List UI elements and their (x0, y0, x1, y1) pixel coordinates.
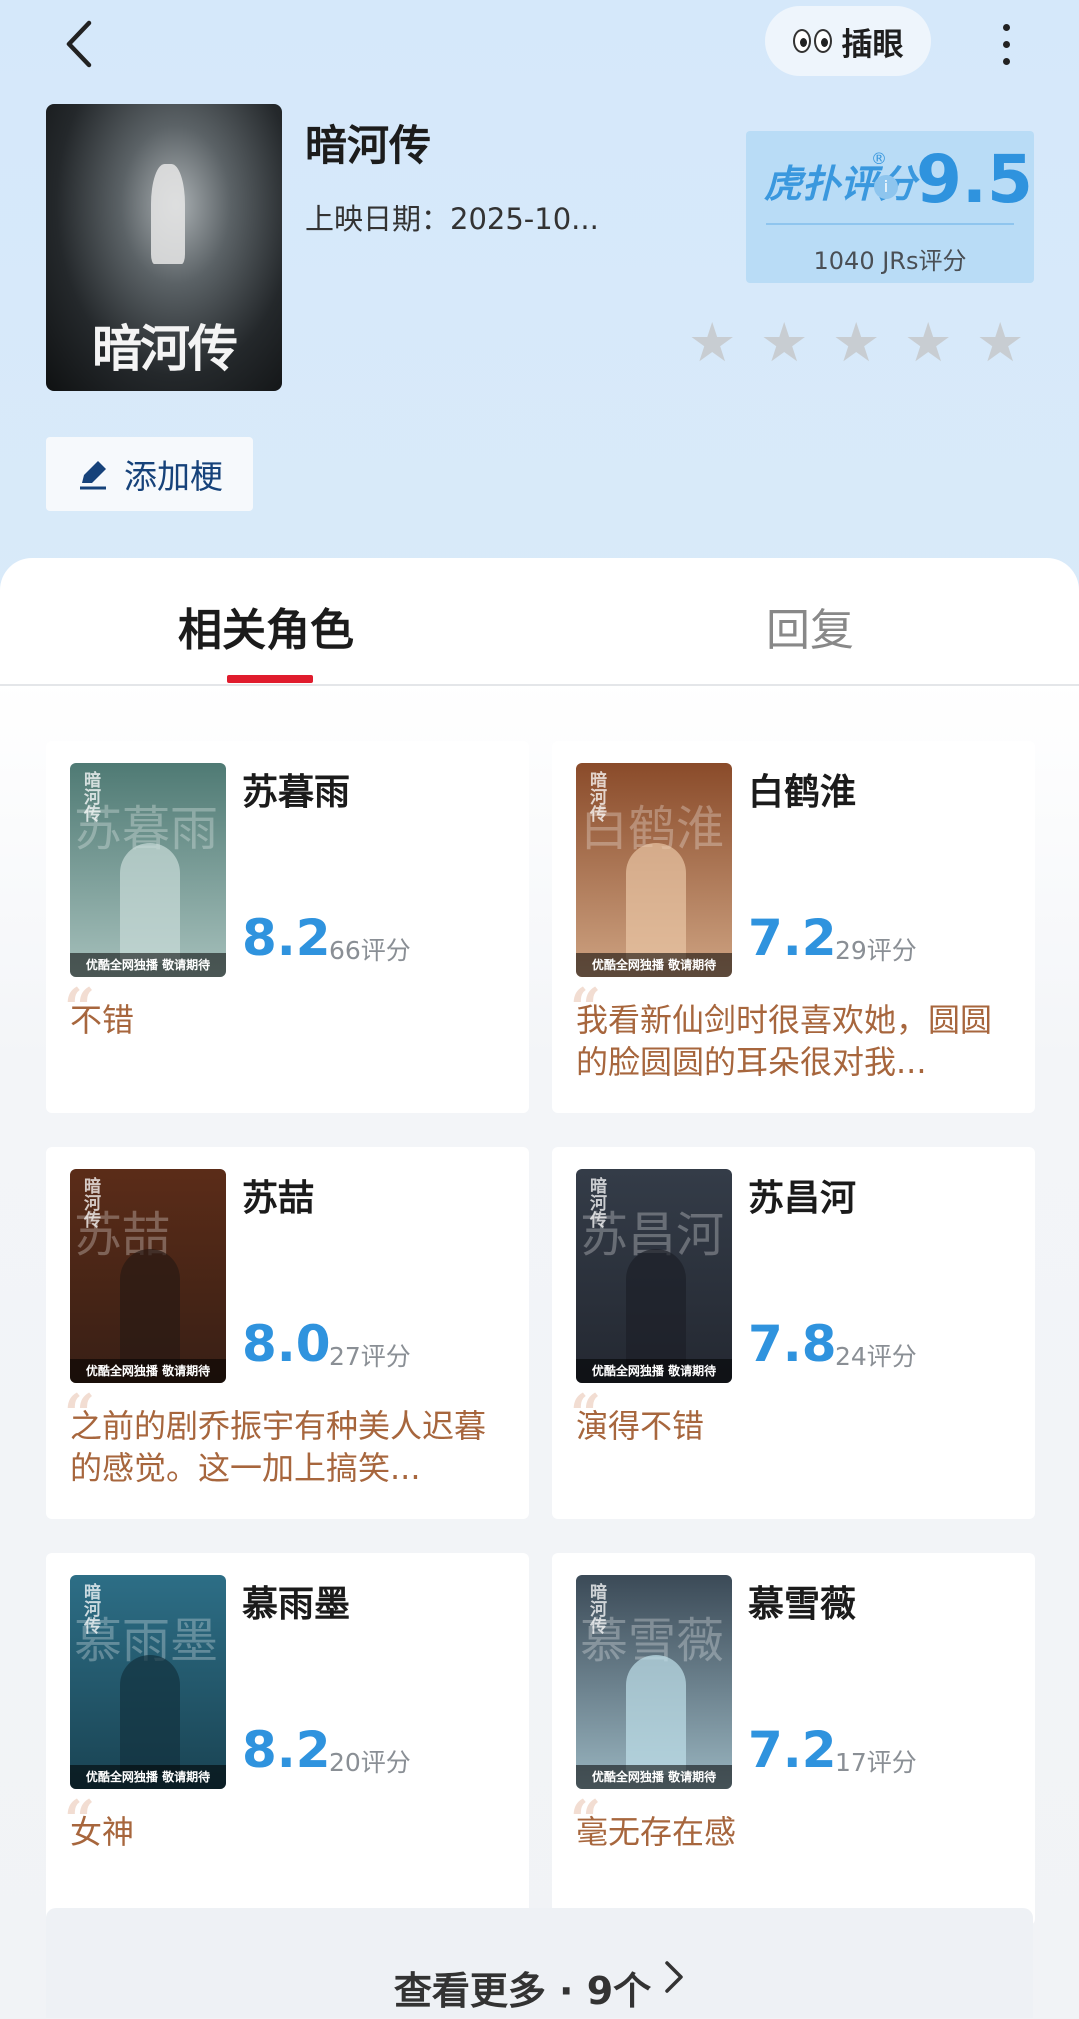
role-card[interactable]: 暗河传 苏暮雨 优酷全网独播 敬请期待 苏暮雨 8.2 66评分 “不错 (46, 741, 529, 1113)
poster-figure (151, 164, 185, 264)
thumbnail-figure (120, 1249, 180, 1369)
star-icon[interactable]: ★ (760, 316, 810, 370)
chevron-left-icon (66, 20, 92, 68)
score-count: 1040 JRs评分 (813, 247, 967, 275)
role-thumbnail[interactable]: 暗河传 白鹤淮 优酷全网独播 敬请期待 (576, 763, 732, 977)
role-thumbnail[interactable]: 暗河传 慕雨墨 优酷全网独播 敬请期待 (70, 1575, 226, 1789)
thumbnail-footer: 优酷全网独播 敬请期待 (576, 1359, 732, 1383)
show-poster: 暗河传 (46, 104, 282, 391)
star-icon[interactable]: ★ (976, 316, 1026, 370)
thumbnail-figure (626, 1655, 686, 1775)
role-top-comment[interactable]: 之前的剧乔振宇有种美人迟暮的感觉。这一加上搞笑... (70, 1405, 500, 1489)
star-icon[interactable]: ★ (688, 316, 738, 370)
role-votes: 17评分 (835, 1748, 917, 1777)
thumbnail-footer: 优酷全网独播 敬请期待 (70, 1359, 226, 1383)
role-thumbnail[interactable]: 暗河传 苏喆 优酷全网独播 敬请期待 (70, 1169, 226, 1383)
role-top-comment[interactable]: 不错 (70, 999, 500, 1041)
add-meme-button[interactable]: 添加梗 (46, 437, 253, 511)
role-top-comment[interactable]: 演得不错 (576, 1405, 1006, 1447)
thumbnail-footer: 优酷全网独播 敬请期待 (576, 953, 732, 977)
score-value: 9.5 (916, 141, 1033, 218)
eyes-icon (792, 29, 832, 53)
chevron-right-icon (665, 1961, 683, 1993)
thumbnail-figure (120, 1655, 180, 1775)
registered-mark: ® (871, 149, 887, 168)
star-icon[interactable]: ★ (832, 316, 882, 370)
role-votes: 24评分 (835, 1342, 917, 1371)
thumbnail-figure (626, 1249, 686, 1369)
role-thumbnail[interactable]: 暗河传 苏暮雨 优酷全网独播 敬请期待 (70, 763, 226, 977)
back-button[interactable] (48, 14, 108, 74)
role-name[interactable]: 慕雨墨 (242, 1575, 350, 1627)
role-top-comment[interactable]: 我看新仙剑时很喜欢她，圆圆的脸圆圆的耳朵很对我... (576, 999, 1006, 1083)
score-divider (766, 223, 1014, 225)
tab-replies[interactable]: 回复 (766, 594, 854, 658)
role-name[interactable]: 苏昌河 (748, 1169, 856, 1221)
role-name[interactable]: 苏暮雨 (242, 763, 350, 815)
role-votes: 29评分 (835, 936, 917, 965)
role-top-comment[interactable]: 毫无存在感 (576, 1811, 1006, 1853)
thumbnail-figure (626, 843, 686, 963)
role-votes: 20评分 (329, 1748, 411, 1777)
role-name[interactable]: 苏喆 (242, 1169, 314, 1221)
role-thumbnail[interactable]: 暗河传 慕雪薇 优酷全网独播 敬请期待 (576, 1575, 732, 1789)
role-rating: 8.0 (242, 1315, 331, 1373)
role-votes: 27评分 (329, 1342, 411, 1371)
active-tab-indicator (227, 675, 313, 683)
score-box[interactable]: 虎扑评分 ® i 9.5 1040 JRs评分 (746, 131, 1034, 283)
role-thumbnail[interactable]: 暗河传 苏昌河 优酷全网独播 敬请期待 (576, 1169, 732, 1383)
info-icon[interactable]: i (874, 175, 898, 199)
thumbnail-footer: 优酷全网独播 敬请期待 (70, 953, 226, 977)
tab-divider (0, 684, 1079, 686)
tab-related-roles[interactable]: 相关角色 (178, 594, 354, 658)
role-rating: 7.2 (748, 1721, 837, 1779)
release-date: 上映日期：2025-10... (305, 202, 599, 236)
thumbnail-figure (120, 843, 180, 963)
show-title: 暗河传 (305, 121, 432, 170)
role-name[interactable]: 白鹤淮 (748, 763, 856, 815)
role-card[interactable]: 暗河传 苏昌河 优酷全网独播 敬请期待 苏昌河 7.8 24评分 “演得不错 (552, 1147, 1035, 1519)
role-card[interactable]: 暗河传 慕雨墨 优酷全网独播 敬请期待 慕雨墨 8.2 20评分 “女神 (46, 1553, 529, 1925)
view-more-button[interactable]: 查看更多 · 9个 (46, 1908, 1033, 2018)
role-card[interactable]: 暗河传 苏喆 优酷全网独播 敬请期待 苏喆 8.0 27评分 “之前的剧乔振宇有种美人迟暮的… (46, 1147, 529, 1519)
thumbnail-footer: 优酷全网独播 敬请期待 (576, 1765, 732, 1789)
content-panel: 相关角色 回复 暗河传 苏暮雨 优酷全网独播 敬请期待 苏暮雨 8.2 66评分 “不错 暗河… (0, 558, 1079, 2019)
role-rating: 8.2 (242, 909, 331, 967)
view-more-label: 查看更多 · 9个 (393, 1969, 652, 2013)
role-rating: 7.8 (748, 1315, 837, 1373)
rating-stars[interactable]: ★ ★ ★ ★ ★ (688, 316, 1026, 370)
role-name[interactable]: 慕雪薇 (748, 1575, 856, 1627)
more-options-icon[interactable] (988, 14, 1024, 74)
role-card[interactable]: 暗河传 慕雪薇 优酷全网独播 敬请期待 慕雪薇 7.2 17评分 “毫无存在感 (552, 1553, 1035, 1925)
add-meme-label: 添加梗 (124, 457, 223, 496)
role-rating: 8.2 (242, 1721, 331, 1779)
role-card[interactable]: 暗河传 白鹤淮 优酷全网独播 敬请期待 白鹤淮 7.2 29评分 “我看新仙剑时很喜欢她，圆… (552, 741, 1035, 1113)
star-icon[interactable]: ★ (904, 316, 954, 370)
role-votes: 66评分 (329, 936, 411, 965)
poster-title: 暗河传 (92, 319, 238, 378)
role-rating: 7.2 (748, 909, 837, 967)
bookmark-eye-button[interactable]: 插眼 (765, 6, 931, 76)
eye-button-label: 插眼 (841, 26, 904, 63)
role-top-comment[interactable]: 女神 (70, 1811, 500, 1853)
pencil-icon (80, 461, 106, 490)
thumbnail-footer: 优酷全网独播 敬请期待 (70, 1765, 226, 1789)
